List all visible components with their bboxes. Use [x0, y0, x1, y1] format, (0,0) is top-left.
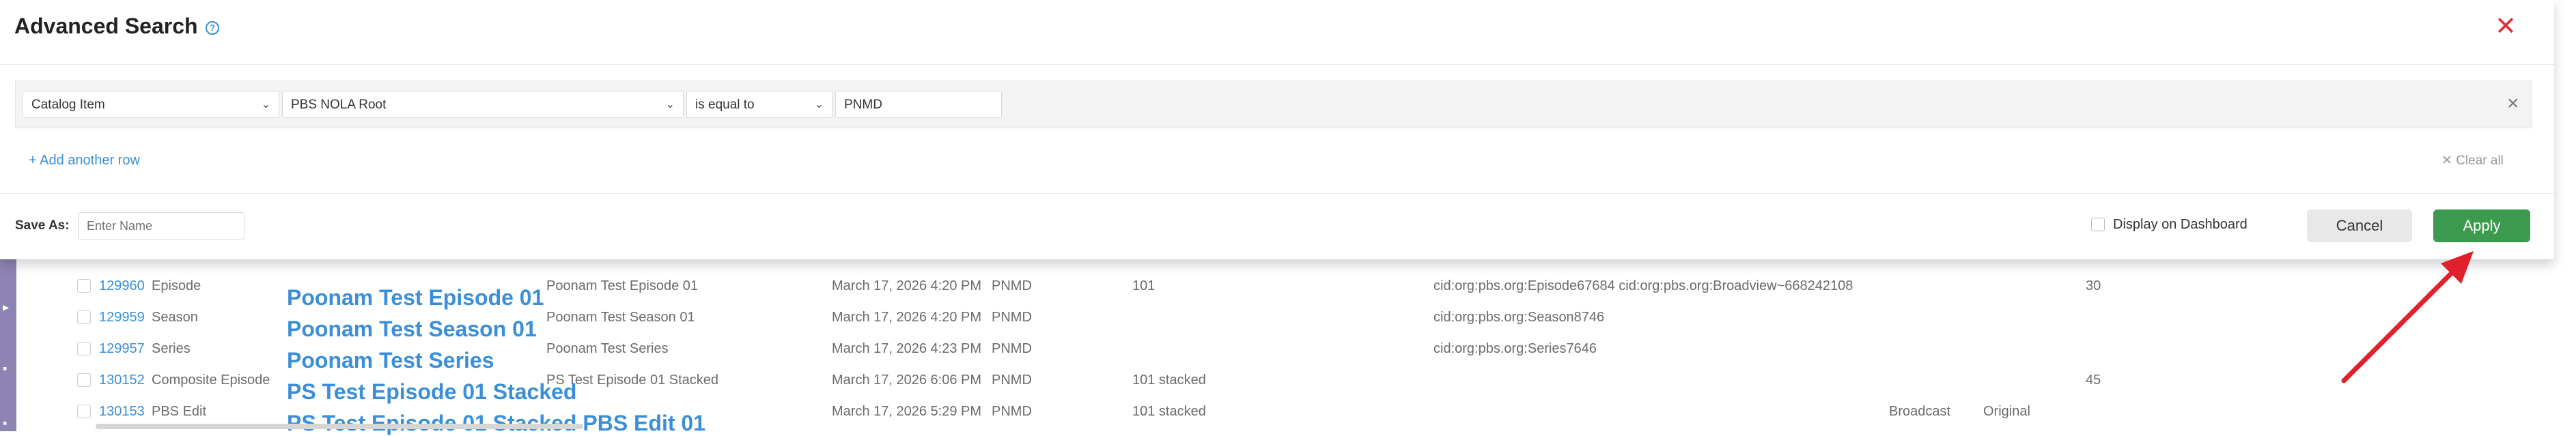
- row-source: PNMD: [992, 310, 1032, 325]
- row-type: Composite Episode: [152, 373, 270, 388]
- row-id[interactable]: 130152: [99, 373, 145, 388]
- row-cid: cid:org:pbs.org:Episode67684 cid:org:pbs…: [1433, 278, 1853, 293]
- table-row[interactable]: 130152 Composite Episode PS Test Episode…: [0, 366, 2576, 404]
- filter-row: Catalog Item ⌄ PBS NOLA Root ⌄ is equal …: [15, 81, 2532, 128]
- row-name: PS Test Episode 01 Stacked: [546, 373, 719, 388]
- row-name: Poonam Test Episode 01: [546, 278, 699, 293]
- operator-select[interactable]: is equal to ⌄: [686, 91, 832, 118]
- field-select[interactable]: Catalog Item ⌄: [23, 91, 279, 118]
- row-type: Series: [152, 341, 191, 356]
- add-another-row-button[interactable]: + Add another row: [29, 153, 140, 169]
- row-source: PNMD: [992, 404, 1032, 419]
- field-select-value: Catalog Item: [31, 98, 105, 112]
- row-number: 101 stacked: [1132, 404, 1206, 419]
- clear-all-button[interactable]: ✕ Clear all: [2441, 153, 2504, 169]
- value-input-text: PNMD: [844, 98, 882, 112]
- row-date: March 17, 2026 4:20 PM: [832, 278, 982, 293]
- apply-button[interactable]: Apply: [2433, 209, 2530, 242]
- chevron-down-icon: ⌄: [261, 99, 270, 111]
- help-icon[interactable]: ?: [206, 21, 219, 35]
- row-date: March 17, 2026 4:20 PM: [832, 310, 982, 325]
- row-cid: cid:org:pbs.org:Season8746: [1433, 310, 1605, 325]
- row-id[interactable]: 130153: [99, 404, 145, 420]
- display-on-dashboard-checkbox[interactable]: [2091, 218, 2105, 231]
- row-source: PNMD: [992, 373, 1032, 388]
- value-input[interactable]: PNMD: [835, 91, 1002, 118]
- horizontal-scrollbar[interactable]: [96, 424, 583, 429]
- display-on-dashboard-label: Display on Dashboard: [2113, 217, 2248, 232]
- row-id[interactable]: 129959: [99, 310, 145, 325]
- table-row[interactable]: 129957 Series Poonam Test Series Poonam …: [0, 334, 2576, 373]
- row-number: 101 stacked: [1132, 373, 1206, 388]
- table-row[interactable]: 130153 PBS Edit PS Test Episode 01 Stack…: [0, 397, 2576, 435]
- cancel-button[interactable]: Cancel: [2307, 209, 2412, 242]
- row-source: PNMD: [992, 278, 1032, 293]
- row-type: Episode: [152, 278, 201, 293]
- chevron-down-icon: ⌄: [814, 99, 824, 111]
- row-type: Season: [152, 310, 198, 325]
- row-number: 101: [1132, 278, 1156, 293]
- row-date: March 17, 2026 6:06 PM: [832, 373, 982, 388]
- row-date: March 17, 2026 4:23 PM: [832, 341, 982, 356]
- save-as-input[interactable]: [78, 212, 244, 239]
- row-id[interactable]: 129960: [99, 278, 145, 294]
- row-original: Original: [1983, 404, 2030, 419]
- save-as-label: Save As:: [15, 218, 70, 233]
- remove-row-icon[interactable]: ×: [2507, 93, 2519, 114]
- row-broadcast: Broadcast: [1889, 404, 1951, 419]
- close-icon[interactable]: ✕: [2494, 14, 2517, 40]
- row-id[interactable]: 129957: [99, 341, 145, 357]
- scope-select-value: PBS NOLA Root: [291, 98, 387, 112]
- row-checkbox[interactable]: [77, 342, 91, 355]
- row-checkbox[interactable]: [77, 373, 91, 387]
- table-row[interactable]: 129959 Season Poonam Test Season 01 Poon…: [0, 303, 2576, 341]
- chevron-down-icon: ⌄: [665, 99, 675, 111]
- operator-select-value: is equal to: [695, 98, 755, 112]
- modal-title: Advanced Search: [14, 14, 198, 38]
- row-type: PBS Edit: [152, 404, 207, 419]
- advanced-search-modal: Advanced Search ? ✕ Catalog Item ⌄ PBS N…: [0, 0, 2554, 259]
- row-cid: cid:org:pbs.org:Series7646: [1433, 341, 1597, 356]
- row-date: March 17, 2026 5:29 PM: [832, 404, 982, 419]
- row-source: PNMD: [992, 341, 1032, 356]
- divider: [0, 64, 2554, 65]
- divider: [0, 193, 2554, 194]
- row-checkbox[interactable]: [77, 405, 91, 418]
- row-name: Poonam Test Season 01: [546, 310, 695, 325]
- table-row[interactable]: 129960 Episode Poonam Test Episode 01 Po…: [0, 272, 2576, 310]
- row-checkbox[interactable]: [77, 279, 91, 293]
- row-duration: 45: [2086, 373, 2101, 388]
- row-duration: 30: [2086, 278, 2101, 293]
- scope-select[interactable]: PBS NOLA Root ⌄: [282, 91, 684, 118]
- row-name: Poonam Test Series: [546, 341, 669, 356]
- row-checkbox[interactable]: [77, 310, 91, 324]
